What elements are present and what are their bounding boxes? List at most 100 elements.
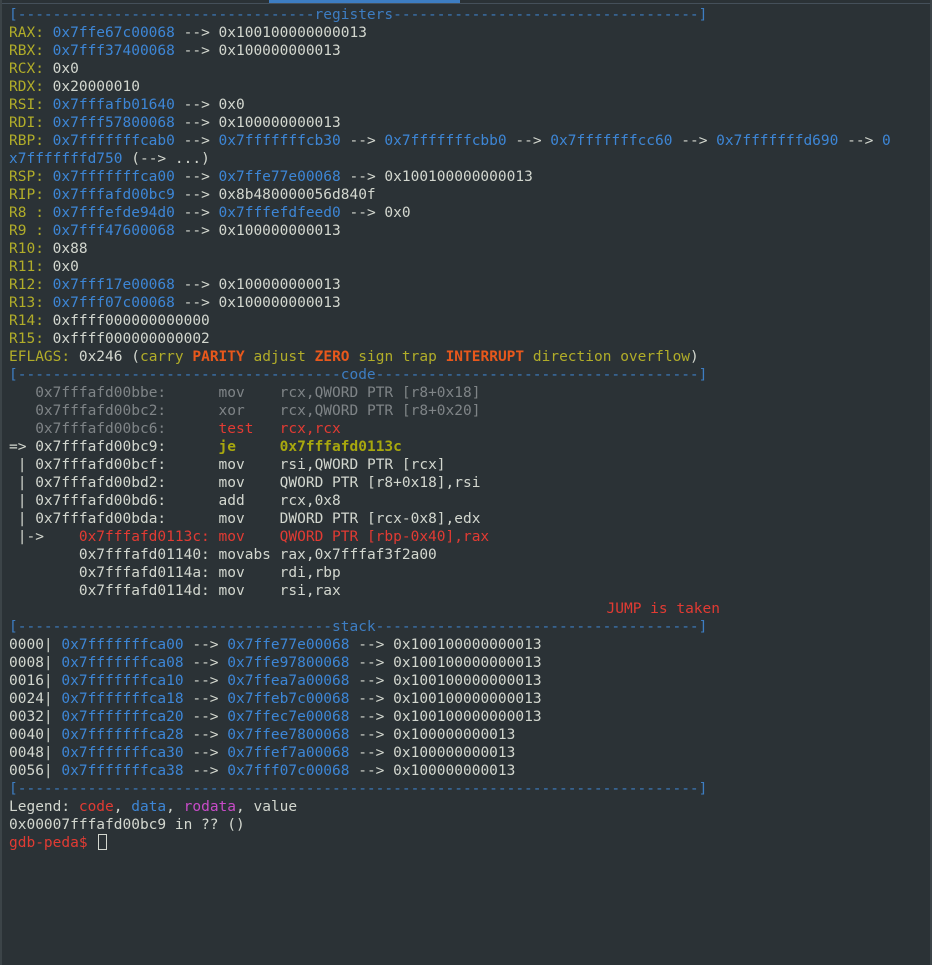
code-line: | 0x7fffafd00bda: mov DWORD PTR [rcx-0x8… <box>9 510 891 528</box>
instruction-operands: rax,0x7fffaf3f2a00 <box>270 547 437 563</box>
register-line: RSI: 0x7fffafb01640 --> 0x0 <box>9 96 891 114</box>
pointer-address: 0x7fffefdfeed0 <box>218 205 341 221</box>
code-marker: | <box>9 493 36 509</box>
register-value: --> <box>174 97 219 113</box>
instruction-address: 0x7fffafd00bc2: <box>35 403 167 419</box>
legend-data: data <box>131 799 167 815</box>
instruction-address: 0x7fffafd00bda: <box>35 511 167 527</box>
arrow: --> <box>349 691 394 707</box>
register-value: --> <box>506 133 551 149</box>
code-line: 0x7fffafd0114d: mov rsi,rax <box>9 582 891 600</box>
register-line: R11: 0x0 <box>9 258 891 276</box>
gdb-prompt: gdb-peda$ <box>9 835 88 851</box>
stack-address: 0x7fffffffca38 <box>61 763 184 779</box>
code-marker: | <box>9 475 36 491</box>
register-name: RDI: <box>9 115 44 131</box>
stack-offset: 0016| <box>9 673 53 689</box>
legend-value: value <box>253 799 298 815</box>
register-value: 0x100000000013 <box>218 43 341 59</box>
stack-value: 0x100100000000013 <box>393 691 542 707</box>
register-value: 0x100000000013 <box>218 277 341 293</box>
pointer-address: 0x7ffe67c00068 <box>52 25 175 41</box>
instruction-address: 0x7fffafd0114a: <box>78 565 210 581</box>
pointer-address: 0x7fffafd00bc9 <box>52 187 175 203</box>
stack-address: 0x7fffffffca00 <box>61 637 184 653</box>
text-cursor[interactable] <box>98 834 108 850</box>
stack-pointer: 0x7ffeb7c00068 <box>227 691 350 707</box>
register-value: (--> ...) <box>122 151 210 167</box>
code-line: 0x7fffafd01140: movabs rax,0x7fffaf3f2a0… <box>9 546 891 564</box>
instruction-mnemonic: mov <box>218 457 263 473</box>
arrow: --> <box>183 637 228 653</box>
stack-offset: 0048| <box>9 745 53 761</box>
code-separator: [-------------------------------------co… <box>9 367 708 383</box>
register-name: R11: <box>9 259 44 275</box>
stack-offset: 0024| <box>9 691 53 707</box>
flag-interrupt: INTERRUPT <box>445 349 525 365</box>
code-line: 0x7fffafd00bc6: test rcx,rcx <box>9 420 891 438</box>
instruction-operands: rdi,rbp <box>262 565 341 581</box>
code-marker: => <box>9 439 36 455</box>
code-marker <box>9 403 35 419</box>
instruction-mnemonic: mov <box>218 529 263 545</box>
stack-value: 0x100100000000013 <box>393 709 542 725</box>
register-value: --> <box>174 169 219 185</box>
register-value: 0x0 <box>384 205 411 221</box>
register-value: 0x8b480000056d840f <box>218 187 376 203</box>
stack-section: 0000| 0x7fffffffca00 --> 0x7ffe77e00068 … <box>9 636 891 780</box>
register-name: R9 : <box>9 223 44 239</box>
register-value: --> <box>174 277 219 293</box>
prompt-line[interactable]: gdb-peda$ <box>9 834 891 852</box>
code-line: 0x7fffafd00bc2: xor rcx,QWORD PTR [r8+0x… <box>9 402 891 420</box>
stack-pointer: 0x7ffee7800068 <box>227 727 350 743</box>
register-name: RBP: <box>9 133 44 149</box>
stack-pointer: 0x7ffea7a00068 <box>227 673 350 689</box>
register-line: R8 : 0x7fffefde94d0 --> 0x7fffefdfeed0 -… <box>9 204 891 222</box>
instruction-address: 0x7fffafd00bc9: <box>35 439 167 455</box>
register-value: 0xffff000000000000 <box>52 313 210 329</box>
eflags-line: EFLAGS: 0x246 (carry PARITY adjust ZERO … <box>9 348 891 366</box>
code-marker <box>9 583 79 599</box>
code-marker <box>9 421 35 437</box>
instruction-operands: rcx,QWORD PTR [r8+0x18] <box>262 385 481 401</box>
register-value: 0xffff000000000002 <box>52 331 210 347</box>
stack-line: 0008| 0x7fffffffca08 --> 0x7ffe97800068 … <box>9 654 891 672</box>
stack-line: 0024| 0x7fffffffca18 --> 0x7ffeb7c00068 … <box>9 690 891 708</box>
stack-pointer: 0x7ffef7a00068 <box>227 745 350 761</box>
register-value: --> <box>174 43 219 59</box>
stack-value: 0x100100000000013 <box>393 655 542 671</box>
code-marker <box>9 385 35 401</box>
register-value: 0x100000000013 <box>218 295 341 311</box>
arrow: --> <box>183 655 228 671</box>
instruction-mnemonic: je <box>218 439 263 455</box>
stack-pointer: 0x7fff07c00068 <box>227 763 350 779</box>
register-name: RCX: <box>9 61 44 77</box>
arrow: --> <box>349 655 394 671</box>
instruction-mnemonic: mov <box>218 511 263 527</box>
terminal-window[interactable]: [----------------------------------regis… <box>0 0 932 965</box>
pointer-address: 0x7fffefde94d0 <box>52 205 175 221</box>
flag-overflow: overflow <box>620 349 691 365</box>
pointer-address: 0x7fffffffca00 <box>52 169 175 185</box>
arrow: --> <box>349 727 394 743</box>
paren: ) <box>690 349 699 365</box>
code-marker <box>9 565 79 581</box>
register-value: 0x20000010 <box>52 79 140 95</box>
register-line: R14: 0xffff000000000000 <box>9 312 891 330</box>
pointer-address: 0x7fffafb01640 <box>52 97 175 113</box>
arrow: --> <box>183 727 228 743</box>
register-name: RSP: <box>9 169 44 185</box>
register-value: 0x100100000000013 <box>218 25 367 41</box>
stack-line: 0048| 0x7fffffffca30 --> 0x7ffef7a00068 … <box>9 744 891 762</box>
code-line: | 0x7fffafd00bd6: add rcx,0x8 <box>9 492 891 510</box>
